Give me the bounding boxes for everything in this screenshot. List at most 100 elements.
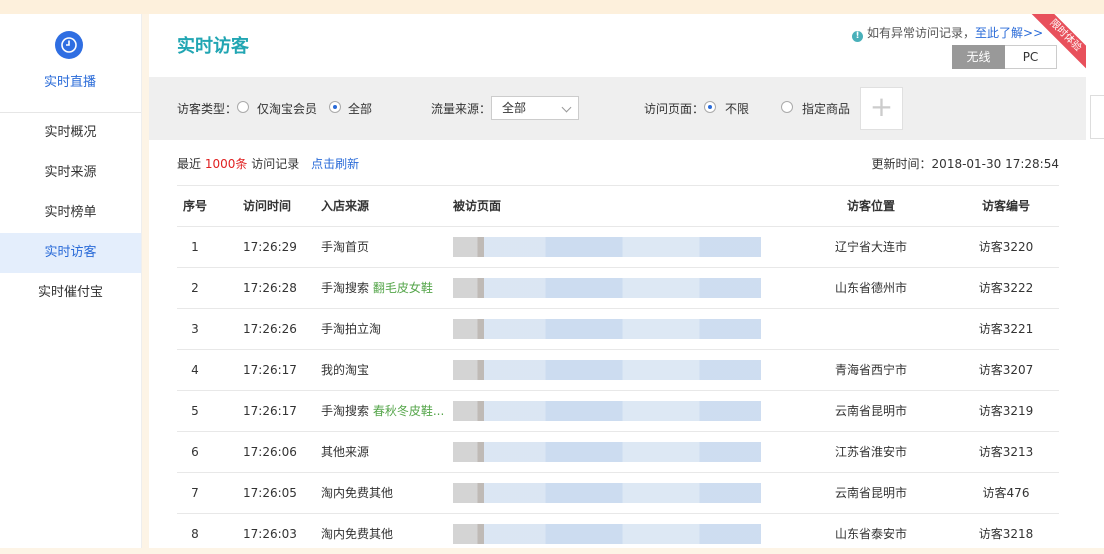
row-time: 17:26:05 [243,486,297,500]
row-visitor: 访客3220 [978,240,1034,254]
row-source: 手淘拍立淘 [321,309,381,349]
search-keyword-link[interactable]: 春秋冬皮鞋... [373,404,444,418]
sidebar-item-sources[interactable]: 实时来源 [0,153,141,193]
blurred-page-thumbnail [453,278,761,298]
table-row[interactable]: 7 17:26:05 淘内免费其他 云南省昆明市 访客476 [177,472,1059,513]
row-location: 云南省昆明市 [834,486,907,500]
row-no: 4 [191,363,199,377]
row-visitor: 访客3221 [978,322,1034,336]
row-no: 1 [191,240,199,254]
recent-records: 最近 1000条 访问记录 点击刷新 [177,155,359,172]
pc-toggle-button[interactable]: PC [1005,45,1057,69]
row-time: 17:26:06 [243,445,297,459]
header-no: 序号 [182,199,207,213]
side-tab[interactable] [1090,95,1104,139]
update-label: 更新时间： [871,157,932,171]
header-source: 入店来源 [321,199,370,213]
info-icon: ! [852,31,863,42]
header-page: 被访页面 [453,199,502,213]
row-location: 辽宁省大连市 [834,240,907,254]
blurred-page-thumbnail [453,360,761,380]
sidebar-item-overview[interactable]: 实时概况 [0,113,141,153]
row-visitor: 访客3213 [978,445,1034,459]
blurred-page-thumbnail [453,524,761,544]
row-time: 17:26:17 [243,363,297,377]
row-source: 手淘首页 [321,227,369,267]
table-row[interactable]: 6 17:26:06 其他来源 江苏省淮安市 访客3213 [177,431,1059,472]
clock-icon [55,31,83,59]
visitor-type-radio-all[interactable] [329,101,341,113]
refresh-link[interactable]: 点击刷新 [311,157,359,171]
row-no: 2 [191,281,199,295]
row-no: 5 [191,404,199,418]
traffic-source-value: 全部 [502,101,527,115]
row-source: 淘内免费其他 [321,514,393,554]
sidebar-menu: 实时概况 实时来源 实时榜单 实时访客 实时催付宝 [0,113,141,313]
blurred-page-thumbnail [453,237,761,257]
table-row[interactable]: 1 17:26:29 手淘首页 辽宁省大连市 访客3220 [177,226,1059,267]
header-time: 访问时间 [243,199,292,213]
header-visitor: 访客编号 [981,199,1030,213]
row-source: 淘内免费其他 [321,473,393,513]
row-no: 7 [191,486,199,500]
row-visitor: 访客476 [982,486,1030,500]
sidebar: 实时直播 实时概况 实时来源 实时榜单 实时访客 实时催付宝 [0,14,142,548]
search-keyword-link[interactable]: 翻毛皮女鞋 [373,281,433,295]
row-visitor: 访客3219 [978,404,1034,418]
table-row[interactable]: 3 17:26:26 手淘拍立淘 访客3221 [177,308,1059,349]
device-switch: 无线 PC [952,45,1057,69]
row-source-text: 其他来源 [321,445,370,459]
sidebar-item-rankings[interactable]: 实时榜单 [0,193,141,233]
row-no: 8 [191,527,199,541]
table-header-row: 序号 访问时间 入店来源 被访页面 访客位置 访客编号 [177,185,1059,226]
row-location: 云南省昆明市 [834,404,907,418]
table-row[interactable]: 2 17:26:28 手淘搜索 翻毛皮女鞋 山东省德州市 访客3222 [177,267,1059,308]
main-panel: 实时访客 ! 如有异常访问记录，至此了解>> 限时体验 无线 PC 访客类型： 仅… [149,14,1086,548]
row-time: 17:26:17 [243,404,297,418]
recent-suffix: 访问记录 [251,157,300,171]
visitor-type-radio-members[interactable] [237,101,249,113]
row-source: 手淘搜索 翻毛皮女鞋 [321,268,433,308]
visit-page-label: 访问页面： [644,102,705,116]
row-no: 6 [191,445,199,459]
sidebar-title: 实时直播 [43,75,96,90]
traffic-source-select[interactable]: 全部 [491,96,579,120]
row-location: 江苏省淮安市 [834,445,907,459]
table-row[interactable]: 4 17:26:17 我的淘宝 青海省西宁市 访客3207 [177,349,1059,390]
sidebar-item-visitors[interactable]: 实时访客 [0,233,141,273]
add-product-button[interactable]: + [860,87,903,130]
sidebar-header: 实时直播 [0,14,141,113]
recent-prefix: 最近 [177,157,202,171]
sidebar-item-payment-reminder[interactable]: 实时催付宝 [0,273,141,313]
wireless-toggle-button[interactable]: 无线 [952,45,1005,69]
row-source: 我的淘宝 [321,350,369,390]
row-source-text: 手淘搜索 [321,404,370,418]
row-source: 其他来源 [321,432,369,472]
blurred-page-thumbnail [453,319,761,339]
traffic-source-label: 流量来源： [431,102,492,116]
row-time: 17:26:28 [243,281,297,295]
blurred-page-thumbnail [453,401,761,421]
row-source: 手淘搜索 春秋冬皮鞋... [321,391,444,431]
blurred-page-thumbnail [453,442,761,462]
visit-page-item-label[interactable]: 指定商品 [802,100,850,117]
top-strip [0,0,1104,14]
row-source-text: 手淘搜索 [321,281,370,295]
abnormal-access-notice: ! 如有异常访问记录，至此了解>> [852,24,1043,42]
visit-page-radio-any[interactable] [704,101,716,113]
record-count: 1000条 [204,157,248,171]
row-source-text: 手淘拍立淘 [321,322,382,336]
update-time: 更新时间：2018-01-30 17:28:54 [872,155,1059,172]
row-no: 3 [191,322,199,336]
visitor-type-all-label[interactable]: 全部 [348,100,372,117]
row-source-text: 手淘首页 [321,240,370,254]
visit-page-radio-item[interactable] [781,101,793,113]
header-location: 访客位置 [846,199,895,213]
row-visitor: 访客3207 [978,363,1034,377]
visitor-table: 序号 访问时间 入店来源 被访页面 访客位置 访客编号 1 17:26:29 手… [177,185,1059,554]
visit-page-any-label[interactable]: 不限 [725,100,749,117]
visitor-type-members-label[interactable]: 仅淘宝会员 [257,100,317,117]
row-location: 山东省泰安市 [834,527,907,541]
table-row[interactable]: 5 17:26:17 手淘搜索 春秋冬皮鞋... 云南省昆明市 访客3219 [177,390,1059,431]
row-source-text: 淘内免费其他 [321,486,394,500]
